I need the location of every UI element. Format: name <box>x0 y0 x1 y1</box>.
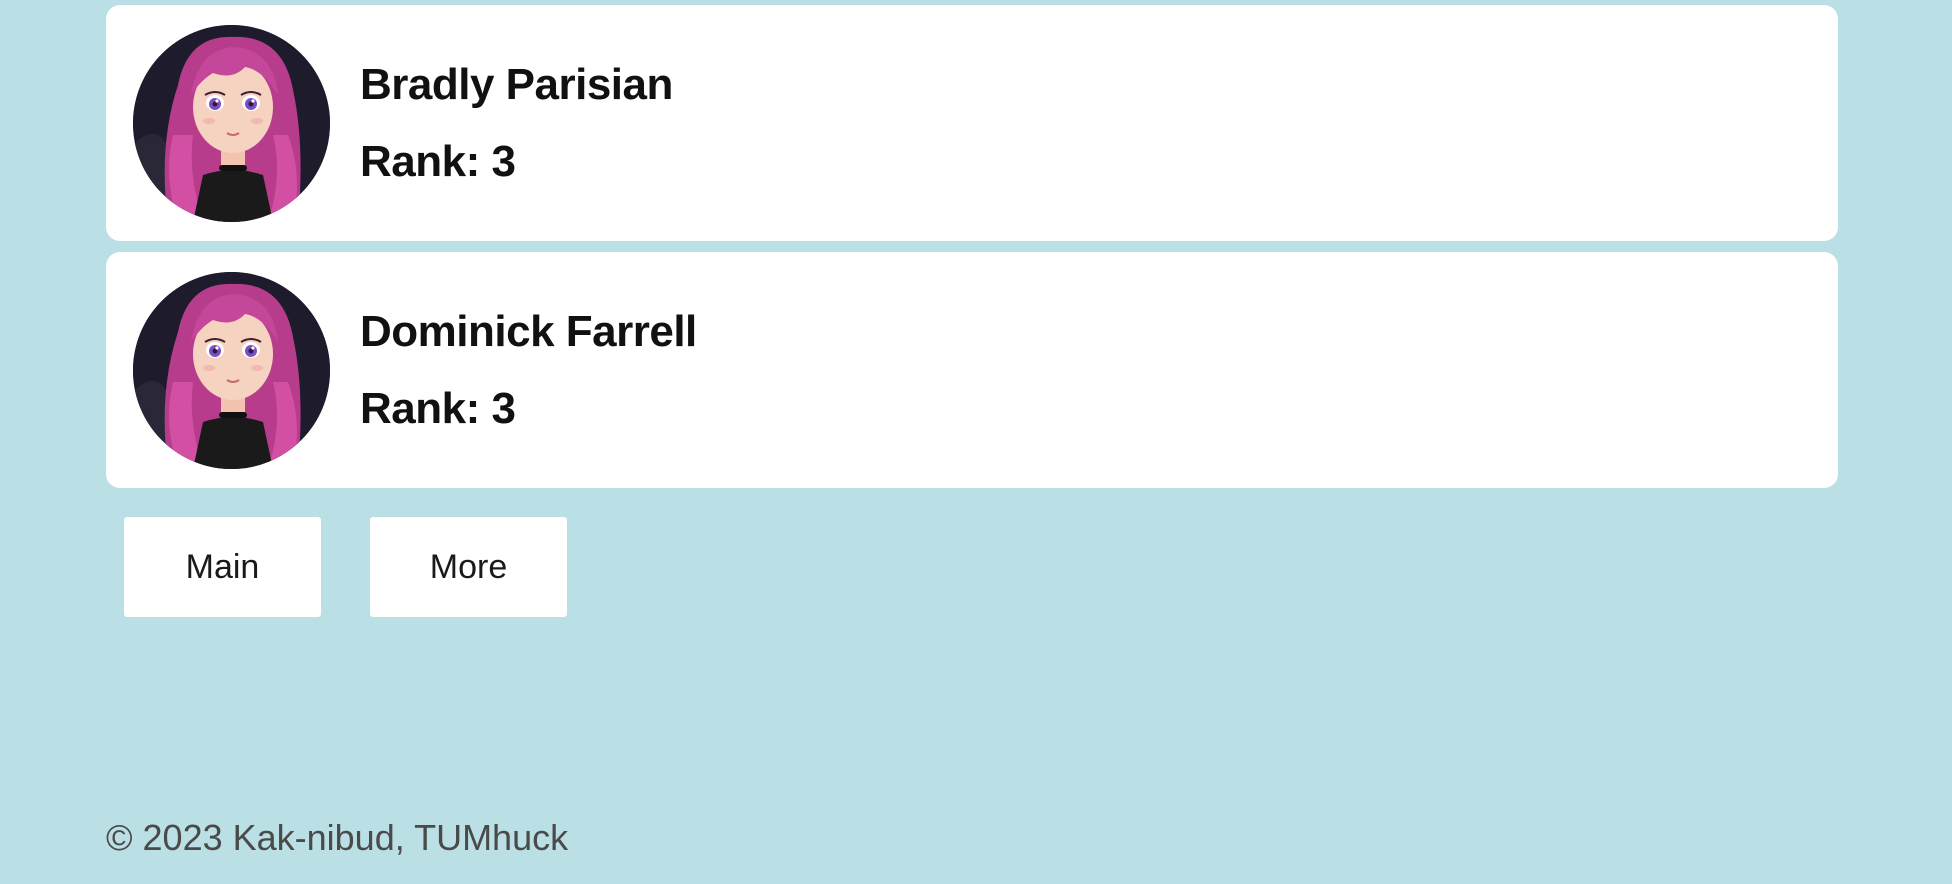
user-card[interactable]: Dominick Farrell Rank: 3 <box>106 252 1838 488</box>
user-name: Dominick Farrell <box>360 306 697 356</box>
user-card[interactable]: Bradly Parisian Rank: 3 <box>106 5 1838 241</box>
more-button[interactable]: More <box>370 517 567 617</box>
user-rank: Rank: 3 <box>360 383 516 433</box>
user-list: Bradly Parisian Rank: 3 Dominick Farrell… <box>106 5 1838 499</box>
user-rank: Rank: 3 <box>360 136 516 186</box>
footer-copyright: © 2023 Kak-nibud, TUMhuck <box>106 817 569 858</box>
main-button[interactable]: Main <box>124 517 321 617</box>
user-info: Bradly Parisian Rank: 3 <box>360 58 673 189</box>
user-name: Bradly Parisian <box>360 59 673 109</box>
avatar <box>133 24 330 222</box>
page: Bradly Parisian Rank: 3 Dominick Farrell… <box>0 0 1952 884</box>
user-info: Dominick Farrell Rank: 3 <box>360 305 697 436</box>
avatar-image <box>133 271 330 469</box>
avatar-image <box>133 24 330 222</box>
pagination-nav: Main More <box>124 517 567 617</box>
avatar <box>133 271 330 469</box>
